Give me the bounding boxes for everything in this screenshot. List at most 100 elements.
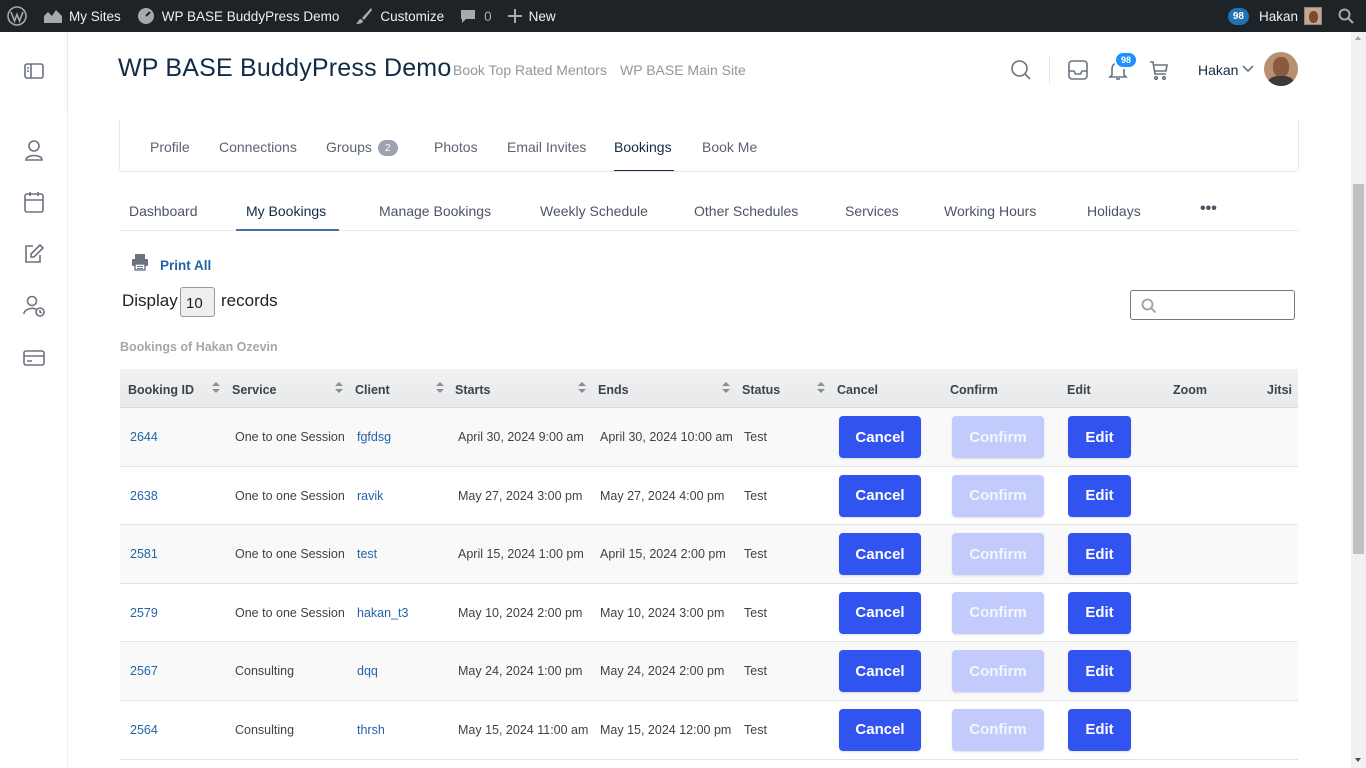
sort-icon[interactable]: [578, 382, 586, 394]
ends-cell: May 27, 2024 4:00 pm: [600, 488, 725, 503]
profile-tab-bookings[interactable]: Bookings: [614, 139, 672, 155]
ends-cell: May 10, 2024 3:00 pm: [600, 605, 725, 620]
page-scrollbar[interactable]: [1351, 32, 1366, 768]
starts-cell: May 15, 2024 11:00 am: [458, 722, 589, 737]
sort-icon[interactable]: [436, 382, 444, 394]
booking-id-link[interactable]: 2579: [130, 606, 158, 620]
subtab-services[interactable]: Services: [845, 203, 899, 219]
client-link[interactable]: hakan_t3: [357, 606, 408, 620]
profile-nav: Profile Connections Groups 2 Photos Email…: [119, 120, 1299, 172]
table-search-input[interactable]: [1130, 290, 1295, 320]
edit-button[interactable]: Edit: [1068, 591, 1131, 634]
admin-search-button[interactable]: [1328, 0, 1366, 32]
edit-button[interactable]: Edit: [1068, 474, 1131, 517]
cancel-button[interactable]: Cancel: [839, 533, 921, 576]
admin-user-name: Hakan: [1258, 8, 1298, 24]
edit-button[interactable]: Edit: [1068, 533, 1131, 576]
sort-icon[interactable]: [722, 382, 730, 394]
booking-id-link[interactable]: 2581: [130, 547, 158, 561]
booking-id-link[interactable]: 2567: [130, 664, 158, 678]
header-search-icon[interactable]: [1009, 58, 1033, 82]
comments-link[interactable]: 0: [452, 0, 500, 32]
cancel-button[interactable]: Cancel: [839, 416, 921, 458]
cancel-button[interactable]: Cancel: [839, 591, 921, 634]
edit-button[interactable]: Edit: [1068, 708, 1131, 751]
service-cell: One to one Session: [235, 605, 345, 620]
cancel-button[interactable]: Cancel: [839, 650, 921, 693]
more-options-icon[interactable]: •••: [1200, 200, 1217, 218]
col-header-jitsi: Jitsi: [1267, 383, 1293, 397]
chevron-down-icon[interactable]: [1242, 65, 1254, 73]
subtab-my-bookings[interactable]: My Bookings: [246, 203, 326, 219]
col-header-ends[interactable]: Ends: [598, 383, 629, 397]
profile-tab-profile[interactable]: Profile: [150, 139, 190, 155]
client-link[interactable]: thrsh: [357, 723, 385, 737]
subtab-working-hours[interactable]: Working Hours: [944, 203, 1036, 219]
scroll-thumb[interactable]: [1353, 184, 1364, 554]
site-title[interactable]: WP BASE BuddyPress Demo: [118, 54, 451, 83]
edit-button[interactable]: Edit: [1068, 416, 1131, 458]
subtab-holidays[interactable]: Holidays: [1087, 203, 1141, 219]
profile-tab-book-me[interactable]: Book Me: [702, 139, 757, 155]
client-link[interactable]: dqq: [357, 664, 378, 678]
col-header-starts[interactable]: Starts: [455, 383, 490, 397]
client-link[interactable]: test: [357, 547, 377, 561]
sort-icon[interactable]: [817, 382, 825, 394]
main-content: Profile Connections Groups 2 Photos Email…: [68, 108, 1351, 768]
col-header-booking-id[interactable]: Booking ID: [128, 383, 194, 397]
col-header-status[interactable]: Status: [742, 383, 780, 397]
cancel-button[interactable]: Cancel: [839, 474, 921, 517]
profile-tab-photos[interactable]: Photos: [434, 139, 478, 155]
header-avatar[interactable]: [1264, 52, 1298, 86]
edit-icon[interactable]: [22, 242, 46, 266]
confirm-button[interactable]: Confirm: [952, 416, 1044, 458]
sort-icon[interactable]: [212, 382, 220, 394]
booking-id-link[interactable]: 2564: [130, 723, 158, 737]
my-sites-menu[interactable]: My Sites: [35, 0, 129, 32]
scroll-up-arrow[interactable]: [1355, 36, 1361, 40]
nav-book-top-rated-mentors[interactable]: Book Top Rated Mentors: [453, 62, 607, 78]
scroll-down-arrow[interactable]: [1355, 758, 1361, 762]
print-all-link[interactable]: Print All: [160, 258, 211, 273]
booking-id-link[interactable]: 2638: [130, 489, 158, 503]
my-account-menu[interactable]: Hakan: [1259, 0, 1328, 32]
profile-tab-email-invites[interactable]: Email Invites: [507, 139, 586, 155]
cart-icon[interactable]: [1147, 58, 1171, 82]
new-content-menu[interactable]: New: [500, 0, 564, 32]
user-clock-icon[interactable]: [22, 294, 46, 318]
customize-link[interactable]: Customize: [347, 0, 452, 32]
subtab-dashboard[interactable]: Dashboard: [129, 203, 198, 219]
nav-wp-base-main-site[interactable]: WP BASE Main Site: [620, 62, 746, 78]
site-name-menu[interactable]: WP BASE BuddyPress Demo: [129, 0, 348, 32]
inbox-icon[interactable]: [1066, 58, 1090, 82]
profile-icon[interactable]: [22, 138, 46, 162]
edit-button[interactable]: Edit: [1068, 650, 1131, 693]
subtab-weekly-schedule[interactable]: Weekly Schedule: [540, 203, 648, 219]
credit-card-icon[interactable]: [22, 346, 46, 370]
profile-tab-connections[interactable]: Connections: [219, 139, 297, 155]
calendar-icon[interactable]: [22, 190, 46, 214]
col-header-service[interactable]: Service: [232, 383, 276, 397]
sort-icon[interactable]: [335, 382, 343, 394]
wordpress-logo-icon[interactable]: [0, 0, 35, 32]
col-header-client[interactable]: Client: [355, 383, 390, 397]
toggle-sidebar-icon[interactable]: [22, 59, 46, 83]
subtab-other-schedules[interactable]: Other Schedules: [694, 203, 798, 219]
printer-icon[interactable]: [131, 253, 149, 271]
booking-id-link[interactable]: 2644: [130, 430, 158, 444]
confirm-button[interactable]: Confirm: [952, 708, 1044, 751]
confirm-button[interactable]: Confirm: [952, 650, 1044, 693]
profile-tab-groups[interactable]: Groups 2: [326, 139, 398, 156]
confirm-button[interactable]: Confirm: [952, 474, 1044, 517]
updates-badge[interactable]: 98: [1227, 7, 1249, 25]
subtab-manage-bookings[interactable]: Manage Bookings: [379, 203, 491, 219]
client-link[interactable]: ravik: [357, 489, 383, 503]
starts-cell: May 10, 2024 2:00 pm: [458, 605, 583, 620]
records-per-page-select[interactable]: 10: [180, 287, 215, 317]
cancel-button[interactable]: Cancel: [839, 708, 921, 751]
table-row: 2579 One to one Session hakan_t3 May 10,…: [120, 583, 1298, 643]
confirm-button[interactable]: Confirm: [952, 533, 1044, 576]
header-user-name[interactable]: Hakan: [1198, 62, 1238, 78]
client-link[interactable]: fgfdsg: [357, 430, 391, 444]
confirm-button[interactable]: Confirm: [952, 591, 1044, 634]
